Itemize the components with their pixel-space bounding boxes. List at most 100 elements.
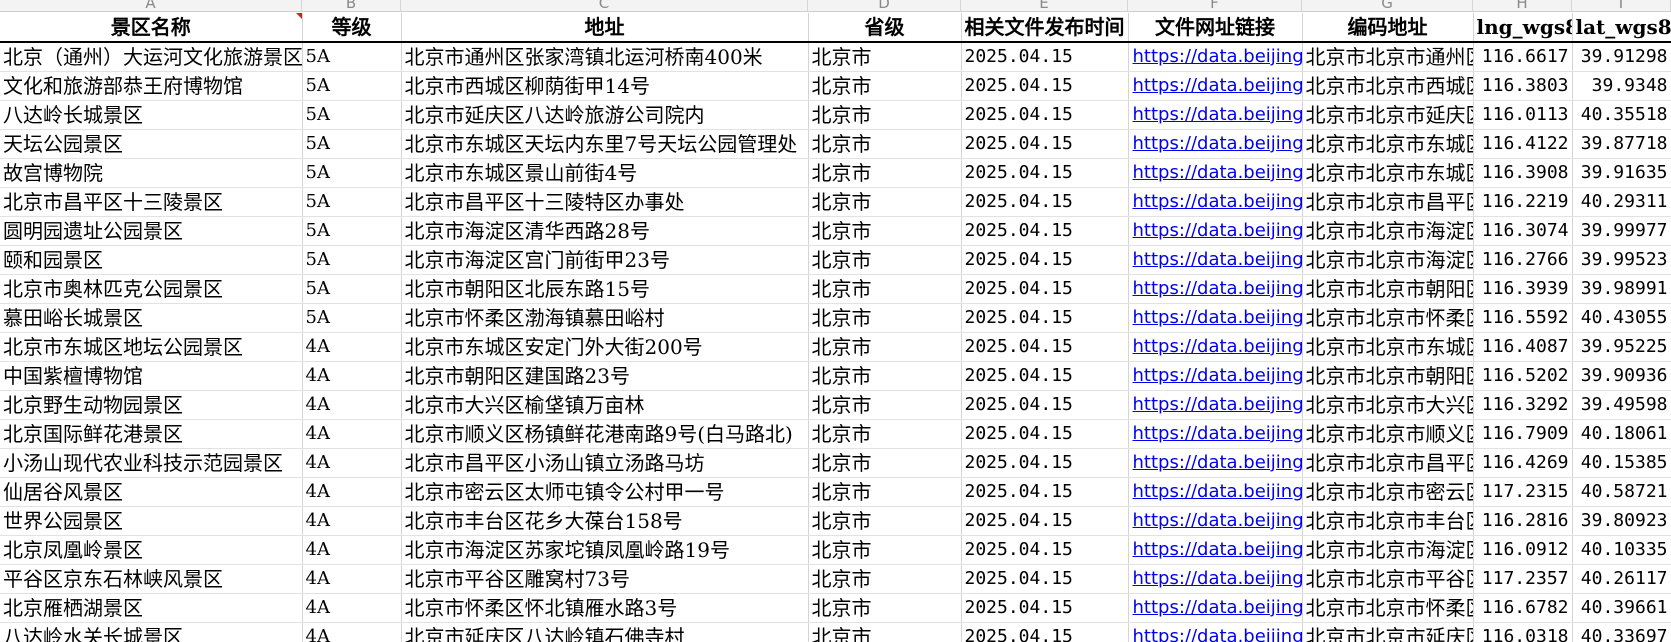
cell-link[interactable]: https://data.beijing.gov.cn <box>1128 390 1303 420</box>
cell-name[interactable]: 北京市昌平区十三陵景区 <box>0 187 303 217</box>
cell-lat[interactable]: 39.80923 <box>1572 506 1671 536</box>
cell-grade[interactable]: 4A <box>302 506 402 536</box>
cell-province[interactable]: 北京市 <box>808 71 962 101</box>
header-cell-province[interactable]: 省级 <box>808 13 962 43</box>
cell-lat[interactable]: 40.18061 <box>1572 419 1671 449</box>
cell-date[interactable]: 2025.04.15 <box>961 245 1129 275</box>
header-cell-geo[interactable]: 编码地址 <box>1302 13 1474 43</box>
cell-grade[interactable]: 5A <box>302 158 402 188</box>
cell-lat[interactable]: 39.99977 <box>1572 216 1671 246</box>
cell-lat[interactable]: 40.39661 <box>1572 593 1671 623</box>
cell-grade[interactable]: 5A <box>302 71 402 101</box>
cell-lng[interactable]: 116.2766 <box>1473 245 1573 275</box>
cell-province[interactable]: 北京市 <box>808 448 962 478</box>
cell-name[interactable]: 颐和园景区 <box>0 245 303 275</box>
cell-link[interactable]: https://data.beijing.gov.cn <box>1128 477 1303 507</box>
header-cell-lng[interactable]: lng_wgs84 <box>1473 13 1573 43</box>
cell-lng[interactable]: 116.6782 <box>1473 593 1573 623</box>
cell-grade[interactable]: 5A <box>302 100 402 130</box>
cell-lat[interactable]: 40.43055 <box>1572 303 1671 333</box>
cell-grade[interactable]: 4A <box>302 448 402 478</box>
cell-link[interactable]: https://data.beijing.gov.cn <box>1128 622 1303 642</box>
cell-date[interactable]: 2025.04.15 <box>961 477 1129 507</box>
cell-name[interactable]: 北京市东城区地坛公园景区 <box>0 332 303 362</box>
cell-province[interactable]: 北京市 <box>808 361 962 391</box>
cell-address[interactable]: 北京市怀柔区怀北镇雁水路3号 <box>401 593 809 623</box>
cell-name[interactable]: 慕田峪长城景区 <box>0 303 303 333</box>
cell-province[interactable]: 北京市 <box>808 564 962 594</box>
cell-geo[interactable]: 北京市北京市怀柔区 <box>1302 593 1474 623</box>
column-letter-a[interactable]: A <box>0 0 302 11</box>
cell-address[interactable]: 北京市朝阳区建国路23号 <box>401 361 809 391</box>
cell-grade[interactable]: 5A <box>302 187 402 217</box>
cell-geo[interactable]: 北京市北京市海淀区 <box>1302 535 1474 565</box>
cell-address[interactable]: 北京市平谷区雕窝村73号 <box>401 564 809 594</box>
cell-grade[interactable]: 5A <box>302 303 402 333</box>
cell-date[interactable]: 2025.04.15 <box>961 390 1129 420</box>
cell-link[interactable]: https://data.beijing.gov.cn <box>1128 564 1303 594</box>
cell-link[interactable]: https://data.beijing.gov.cn <box>1128 506 1303 536</box>
cell-grade[interactable]: 4A <box>302 390 402 420</box>
cell-geo[interactable]: 北京市北京市密云区 <box>1302 477 1474 507</box>
cell-grade[interactable]: 4A <box>302 564 402 594</box>
cell-address[interactable]: 北京市丰台区花乡大葆台158号 <box>401 506 809 536</box>
cell-date[interactable]: 2025.04.15 <box>961 100 1129 130</box>
cell-link[interactable]: https://data.beijing.gov.cn <box>1128 245 1303 275</box>
cell-address[interactable]: 北京市西城区柳荫街甲14号 <box>401 71 809 101</box>
cell-name[interactable]: 小汤山现代农业科技示范园景区 <box>0 448 303 478</box>
cell-link[interactable]: https://data.beijing.gov.cn <box>1128 332 1303 362</box>
cell-address[interactable]: 北京市昌平区小汤山镇立汤路马坊 <box>401 448 809 478</box>
cell-date[interactable]: 2025.04.15 <box>961 361 1129 391</box>
cell-grade[interactable]: 4A <box>302 535 402 565</box>
cell-geo[interactable]: 北京市北京市朝阳区 <box>1302 361 1474 391</box>
cell-lat[interactable]: 40.29311 <box>1572 187 1671 217</box>
cell-province[interactable]: 北京市 <box>808 535 962 565</box>
cell-geo[interactable]: 北京市北京市大兴区 <box>1302 390 1474 420</box>
cell-date[interactable]: 2025.04.15 <box>961 129 1129 159</box>
cell-lng[interactable]: 116.4087 <box>1473 332 1573 362</box>
column-letter-b[interactable]: B <box>302 0 401 11</box>
cell-geo[interactable]: 北京市北京市朝阳区 <box>1302 274 1474 304</box>
cell-lng[interactable]: 116.4122 <box>1473 129 1573 159</box>
header-cell-grade[interactable]: 等级 <box>302 13 402 43</box>
cell-lat[interactable]: 39.91298 <box>1572 42 1671 72</box>
cell-geo[interactable]: 北京市北京市丰台区 <box>1302 506 1474 536</box>
cell-address[interactable]: 北京市东城区天坛内东里7号天坛公园管理处 <box>401 129 809 159</box>
cell-geo[interactable]: 北京市北京市延庆区 <box>1302 622 1474 642</box>
cell-link[interactable]: https://data.beijing.gov.cn <box>1128 361 1303 391</box>
cell-address[interactable]: 北京市朝阳区北辰东路15号 <box>401 274 809 304</box>
cell-date[interactable]: 2025.04.15 <box>961 332 1129 362</box>
cell-link[interactable]: https://data.beijing.gov.cn <box>1128 187 1303 217</box>
cell-geo[interactable]: 北京市北京市怀柔区 <box>1302 303 1474 333</box>
cell-name[interactable]: 北京（通州）大运河文化旅游景区 <box>0 42 303 72</box>
cell-date[interactable]: 2025.04.15 <box>961 274 1129 304</box>
cell-address[interactable]: 北京市怀柔区渤海镇慕田峪村 <box>401 303 809 333</box>
cell-lng[interactable]: 116.3074 <box>1473 216 1573 246</box>
cell-name[interactable]: 故宫博物院 <box>0 158 303 188</box>
cell-address[interactable]: 北京市海淀区清华西路28号 <box>401 216 809 246</box>
cell-geo[interactable]: 北京市北京市海淀区 <box>1302 216 1474 246</box>
cell-grade[interactable]: 5A <box>302 129 402 159</box>
cell-grade[interactable]: 5A <box>302 274 402 304</box>
cell-link[interactable]: https://data.beijing.gov.cn <box>1128 42 1303 72</box>
cell-geo[interactable]: 北京市北京市通州区 <box>1302 42 1474 72</box>
cell-name[interactable]: 北京野生动物园景区 <box>0 390 303 420</box>
cell-geo[interactable]: 北京市北京市东城区 <box>1302 332 1474 362</box>
cell-lng[interactable]: 116.0113 <box>1473 100 1573 130</box>
cell-grade[interactable]: 5A <box>302 216 402 246</box>
cell-geo[interactable]: 北京市北京市西城区 <box>1302 71 1474 101</box>
cell-geo[interactable]: 北京市北京市平谷区 <box>1302 564 1474 594</box>
cell-address[interactable]: 北京市海淀区苏家坨镇凤凰岭路19号 <box>401 535 809 565</box>
column-letter-h[interactable]: H <box>1473 0 1572 11</box>
cell-name[interactable]: 天坛公园景区 <box>0 129 303 159</box>
cell-lng[interactable]: 116.4269 <box>1473 448 1573 478</box>
cell-grade[interactable]: 5A <box>302 42 402 72</box>
cell-geo[interactable]: 北京市北京市昌平区 <box>1302 448 1474 478</box>
cell-province[interactable]: 北京市 <box>808 100 962 130</box>
cell-address[interactable]: 北京市延庆区八达岭镇石佛寺村 <box>401 622 809 642</box>
header-cell-address[interactable]: 地址 <box>401 13 809 43</box>
cell-link[interactable]: https://data.beijing.gov.cn <box>1128 448 1303 478</box>
cell-lat[interactable]: 39.9348 <box>1572 71 1671 101</box>
cell-name[interactable]: 平谷区京东石林峡风景区 <box>0 564 303 594</box>
cell-grade[interactable]: 4A <box>302 477 402 507</box>
